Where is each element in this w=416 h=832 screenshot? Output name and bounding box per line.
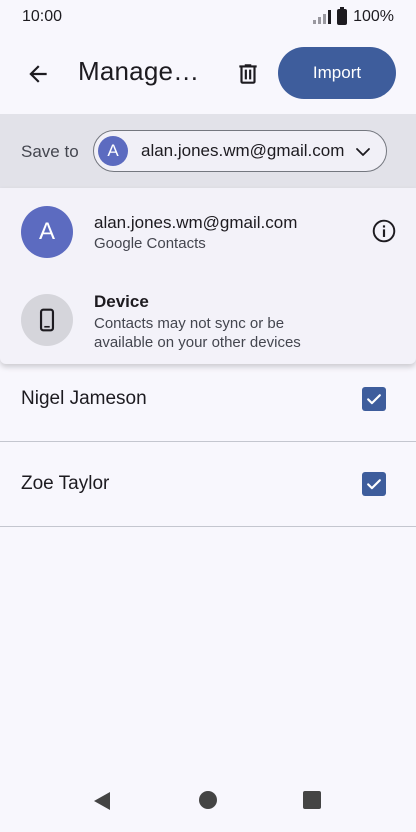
nav-recents-icon[interactable] bbox=[303, 791, 321, 809]
menu-item-subtitle-line2: available on your other devices bbox=[94, 334, 301, 351]
battery-icon bbox=[337, 7, 348, 25]
device-avatar bbox=[21, 294, 73, 346]
import-button[interactable]: Import bbox=[278, 47, 396, 99]
trash-icon bbox=[239, 64, 257, 84]
nav-home-icon[interactable] bbox=[199, 791, 217, 809]
contact-row[interactable]: Nigel Jameson bbox=[0, 357, 416, 442]
menu-item-subtitle: Google Contacts bbox=[94, 235, 206, 252]
account-dropdown-menu: A alan.jones.wm@gmail.com Google Contact… bbox=[0, 188, 416, 364]
avatar: A bbox=[21, 206, 73, 258]
contact-checkbox[interactable] bbox=[362, 472, 386, 496]
menu-item-google-account[interactable]: A alan.jones.wm@gmail.com Google Contact… bbox=[0, 188, 416, 276]
chevron-down-icon bbox=[356, 148, 370, 156]
nav-back-icon[interactable] bbox=[92, 791, 112, 811]
info-button[interactable] bbox=[370, 217, 398, 245]
page-title: Manage… bbox=[78, 56, 200, 86]
check-icon bbox=[367, 394, 381, 405]
status-icons: 100% bbox=[313, 7, 394, 26]
contact-name: Zoe Taylor bbox=[21, 473, 110, 494]
app-bar: Manage… Import bbox=[0, 34, 416, 114]
menu-item-title: Device bbox=[94, 292, 149, 311]
back-button[interactable] bbox=[16, 52, 60, 96]
avatar: A bbox=[98, 136, 128, 166]
contact-checkbox[interactable] bbox=[362, 387, 386, 411]
status-bar: 10:00 100% bbox=[0, 0, 416, 34]
contact-name: Nigel Jameson bbox=[21, 388, 147, 409]
phone-icon bbox=[39, 308, 55, 332]
menu-item-device[interactable]: Device Contacts may not sync or be avail… bbox=[0, 276, 416, 364]
menu-item-title: alan.jones.wm@gmail.com bbox=[94, 213, 298, 232]
battery-percent: 100% bbox=[353, 8, 394, 25]
check-icon bbox=[367, 479, 381, 490]
info-icon bbox=[372, 219, 396, 243]
contact-row[interactable]: Zoe Taylor bbox=[0, 442, 416, 527]
save-to-label: Save to bbox=[21, 142, 79, 161]
menu-item-subtitle-line1: Contacts may not sync or be bbox=[94, 315, 285, 332]
account-selector[interactable]: A alan.jones.wm@gmail.com bbox=[93, 130, 387, 172]
save-to-bar: Save to A alan.jones.wm@gmail.com bbox=[0, 114, 416, 188]
selected-account-email: alan.jones.wm@gmail.com bbox=[141, 141, 345, 160]
signal-icon bbox=[313, 10, 332, 24]
system-nav-bar bbox=[0, 768, 416, 832]
delete-button[interactable] bbox=[226, 52, 270, 96]
status-time: 10:00 bbox=[22, 8, 63, 25]
arrow-back-icon bbox=[29, 65, 47, 83]
